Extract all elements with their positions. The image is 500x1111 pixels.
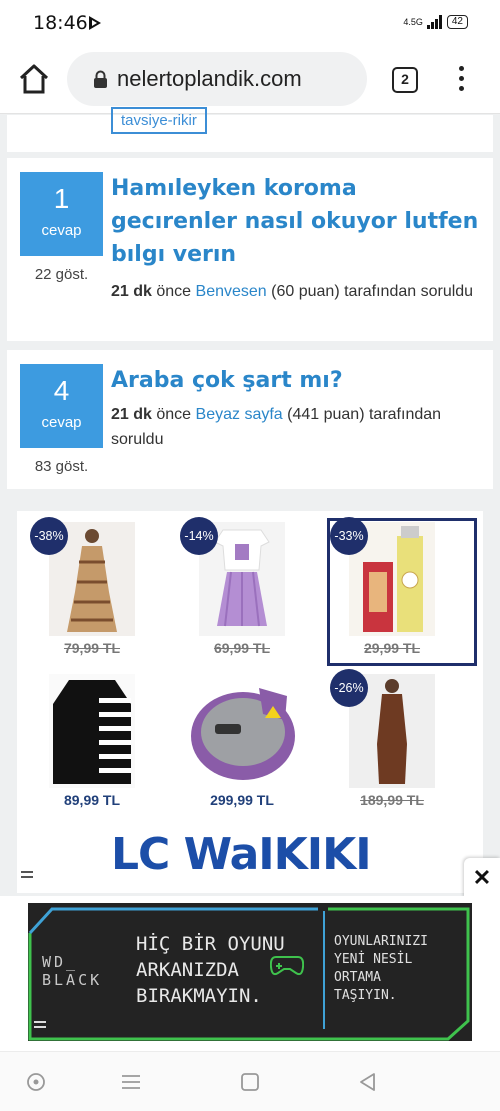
home-icon[interactable] (17, 62, 51, 96)
question-time-suffix: önce (156, 283, 192, 300)
product-price: 189,99 TL (360, 792, 424, 808)
question-time-suffix: önce (156, 406, 192, 423)
discount-badge: -26% (330, 669, 368, 707)
lock-icon (94, 70, 107, 88)
product-price: 79,99 TL (63, 640, 121, 656)
answer-count: 1 (53, 183, 70, 214)
system-nav-bar (0, 1051, 500, 1111)
wd-black-banner[interactable]: WD_ BLACK HİÇ BİR OYUNU ARKANIZDA BIRAKM… (28, 903, 472, 1041)
bottom-banner-ad[interactable]: WD_ BLACK HİÇ BİR OYUNU ARKANIZDA BIRAKM… (0, 896, 500, 1051)
striped-sweater-image (49, 674, 135, 788)
gamepad-icon (270, 956, 304, 976)
banner-menu-icon[interactable] (34, 1021, 46, 1030)
answer-count: 4 (53, 375, 70, 406)
answer-count-box[interactable]: 4 cevap (20, 364, 103, 448)
close-ad-button[interactable]: ✕ (464, 858, 500, 898)
waffle-maker-image (189, 674, 297, 788)
address-bar[interactable]: nelertoplandik.com (67, 52, 367, 106)
more-menu-icon[interactable] (452, 66, 470, 96)
discount-badge: -33% (330, 517, 368, 555)
question-points: (60 puan) tarafından soruldu (271, 283, 474, 300)
url-text: nelertoplandik.com (117, 66, 302, 91)
recommend-button[interactable]: tavsiye-rikir (111, 107, 207, 134)
tab-switcher-button[interactable]: 2 (392, 67, 418, 93)
status-bar: 18:46 4.5G 42 (0, 0, 500, 46)
view-count: 22 göst. (34, 266, 89, 283)
home-nav-icon[interactable] (239, 1071, 261, 1093)
status-indicators: 4.5G 42 (403, 15, 468, 29)
question-card: 4 cevap 83 göst. Araba çok şart mı? 21 d… (7, 350, 493, 489)
browser-toolbar: nelertoplandik.com 2 (0, 46, 500, 114)
discount-badge: -14% (180, 517, 218, 555)
product-tile[interactable]: 29,99 TL -33% (327, 511, 477, 661)
question-meta: 21 dk önce Beyaz sayfa (441 puan) tarafı… (111, 402, 481, 452)
banner-subtext: OYUNLARINIZI YENİ NESİL ORTAMA TAŞIYIN. (334, 934, 428, 1003)
back-nav-icon[interactable] (357, 1071, 379, 1093)
question-time: 21 dk (111, 406, 152, 423)
answer-label: cevap (41, 222, 82, 239)
banner-divider (323, 911, 325, 1029)
product-tile[interactable]: 189,99 TL -26% (327, 663, 477, 813)
play-store-icon (89, 16, 101, 30)
product-price: 29,99 TL (363, 640, 421, 656)
product-price: 89,99 TL (63, 792, 121, 808)
battery-icon: 42 (446, 15, 468, 29)
answer-count-box[interactable]: 1 cevap (20, 172, 103, 256)
question-user-link[interactable]: Benvesen (196, 283, 267, 300)
discount-badge: -38% (30, 517, 68, 555)
lcw-logo: LC WaIKIKI (111, 829, 372, 880)
product-tile[interactable]: 299,99 TL (177, 663, 327, 813)
question-time: 21 dk (111, 283, 152, 300)
product-tile[interactable]: 79,99 TL -38% (27, 511, 177, 661)
question-meta: 21 dk önce Benvesen (60 puan) tarafından… (111, 279, 481, 304)
status-time: 18:46 (33, 12, 88, 34)
question-title[interactable]: Hamıleyken koroma gecırenler nasıl okuyo… (111, 172, 481, 271)
network-label: 4.5G (403, 16, 423, 27)
question-title[interactable]: Araba çok şart mı? (111, 364, 481, 397)
lcw-ad[interactable]: 79,99 TL -38% 69,99 TL -14% 29,99 TL -33… (17, 511, 483, 893)
recent-apps-icon[interactable] (120, 1071, 142, 1093)
partial-question-card: tavsiye-rikir (7, 107, 493, 152)
product-tile[interactable]: 69,99 TL -14% (177, 511, 327, 661)
banner-headline: HİÇ BİR OYUNU ARKANIZDA BIRAKMAYIN. (136, 933, 285, 1007)
product-price: 69,99 TL (213, 640, 271, 656)
ad-menu-icon[interactable] (21, 871, 33, 880)
view-count: 83 göst. (34, 458, 89, 475)
wd-black-logo: WD_ BLACK (42, 953, 103, 989)
answer-label: cevap (41, 414, 82, 431)
product-tile[interactable]: 89,99 TL (27, 663, 177, 813)
signal-icon (426, 15, 442, 29)
product-price: 299,99 TL (210, 792, 274, 808)
assistant-icon[interactable] (25, 1071, 47, 1093)
question-user-link[interactable]: Beyaz sayfa (196, 406, 283, 423)
question-card: 1 cevap 22 göst. Hamıleyken koroma gecır… (7, 158, 493, 341)
